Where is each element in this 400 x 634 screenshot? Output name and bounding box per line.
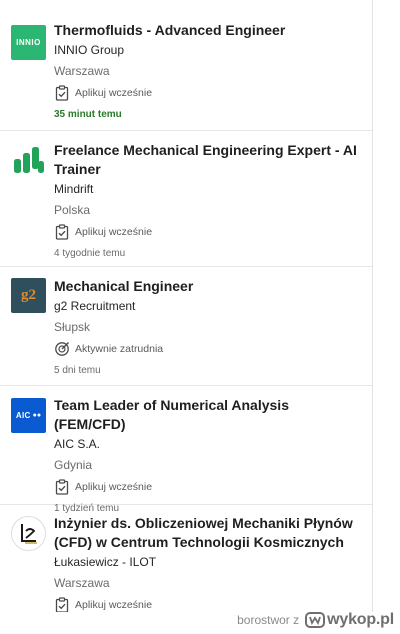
job-title[interactable]: Team Leader of Numerical Analysis (FEM/C… [54, 396, 364, 434]
posted-time: 5 dni temu [54, 365, 101, 376]
job-location: Polska [54, 203, 91, 217]
company-logo-g2[interactable]: g2 [11, 278, 46, 313]
company-name[interactable]: Mindrift [54, 181, 364, 198]
apply-early-status: Aplikuj wcześnie [54, 223, 364, 241]
aic-dots-icon: ●● [32, 412, 42, 419]
company-name[interactable]: Łukasiewicz - ILOT [54, 554, 364, 571]
company-name[interactable]: INNIO Group [54, 42, 364, 59]
clipboard-check-icon [55, 85, 69, 101]
target-check-icon [55, 342, 69, 356]
watermark-user: borostwor z [237, 613, 300, 627]
wykop-logo-icon [305, 612, 326, 628]
job-card[interactable]: Freelance Mechanical Engineering Expert … [0, 131, 372, 267]
actively-hiring-status: Aktywnie zatrudnia [54, 340, 364, 358]
company-logo-innio[interactable]: INNIO [11, 25, 46, 60]
job-location: Słupsk [54, 320, 91, 334]
wykop-logo: wykop.pl [305, 611, 394, 629]
company-logo-mindrift[interactable] [11, 143, 46, 178]
watermark-site: wykop.pl [327, 611, 394, 628]
job-list: INNIO Thermofluids - Advanced Engineer I… [0, 0, 373, 612]
wykop-watermark: borostwor z wykop.pl [237, 610, 394, 630]
clipboard-check-icon [55, 479, 69, 495]
lukasiewicz-logo-icon [21, 524, 37, 544]
company-name[interactable]: g2 Recruitment [54, 298, 364, 315]
job-location: Warszawa [54, 64, 110, 78]
job-location: Gdynia [54, 458, 93, 472]
posted-time: 35 minut temu [54, 109, 122, 120]
job-title[interactable]: Thermofluids - Advanced Engineer [54, 21, 364, 40]
job-card[interactable]: g2 Mechanical Engineer g2 Recruitment Sł… [0, 267, 372, 386]
company-logo-lukasiewicz[interactable] [11, 516, 46, 551]
posted-time: 4 tygodnie temu [54, 248, 126, 259]
company-name[interactable]: AIC S.A. [54, 436, 364, 453]
job-card[interactable]: INNIO Thermofluids - Advanced Engineer I… [0, 0, 372, 131]
clipboard-check-icon [55, 597, 69, 612]
mindrift-logo-icon [14, 147, 44, 173]
company-logo-aic[interactable]: AIC ●● [11, 398, 46, 433]
job-location: Warszawa [54, 576, 110, 590]
job-card[interactable]: Inżynier ds. Obliczeniowej Mechaniki Pły… [0, 505, 372, 612]
apply-early-status: Aplikuj wcześnie [54, 478, 364, 496]
job-title[interactable]: Mechanical Engineer [54, 277, 364, 296]
apply-early-status: Aplikuj wcześnie [54, 84, 364, 102]
job-title[interactable]: Freelance Mechanical Engineering Expert … [54, 141, 364, 179]
job-card[interactable]: AIC ●● Team Leader of Numerical Analysis… [0, 386, 372, 514]
clipboard-check-icon [55, 224, 69, 240]
job-title[interactable]: Inżynier ds. Obliczeniowej Mechaniki Pły… [54, 514, 364, 552]
